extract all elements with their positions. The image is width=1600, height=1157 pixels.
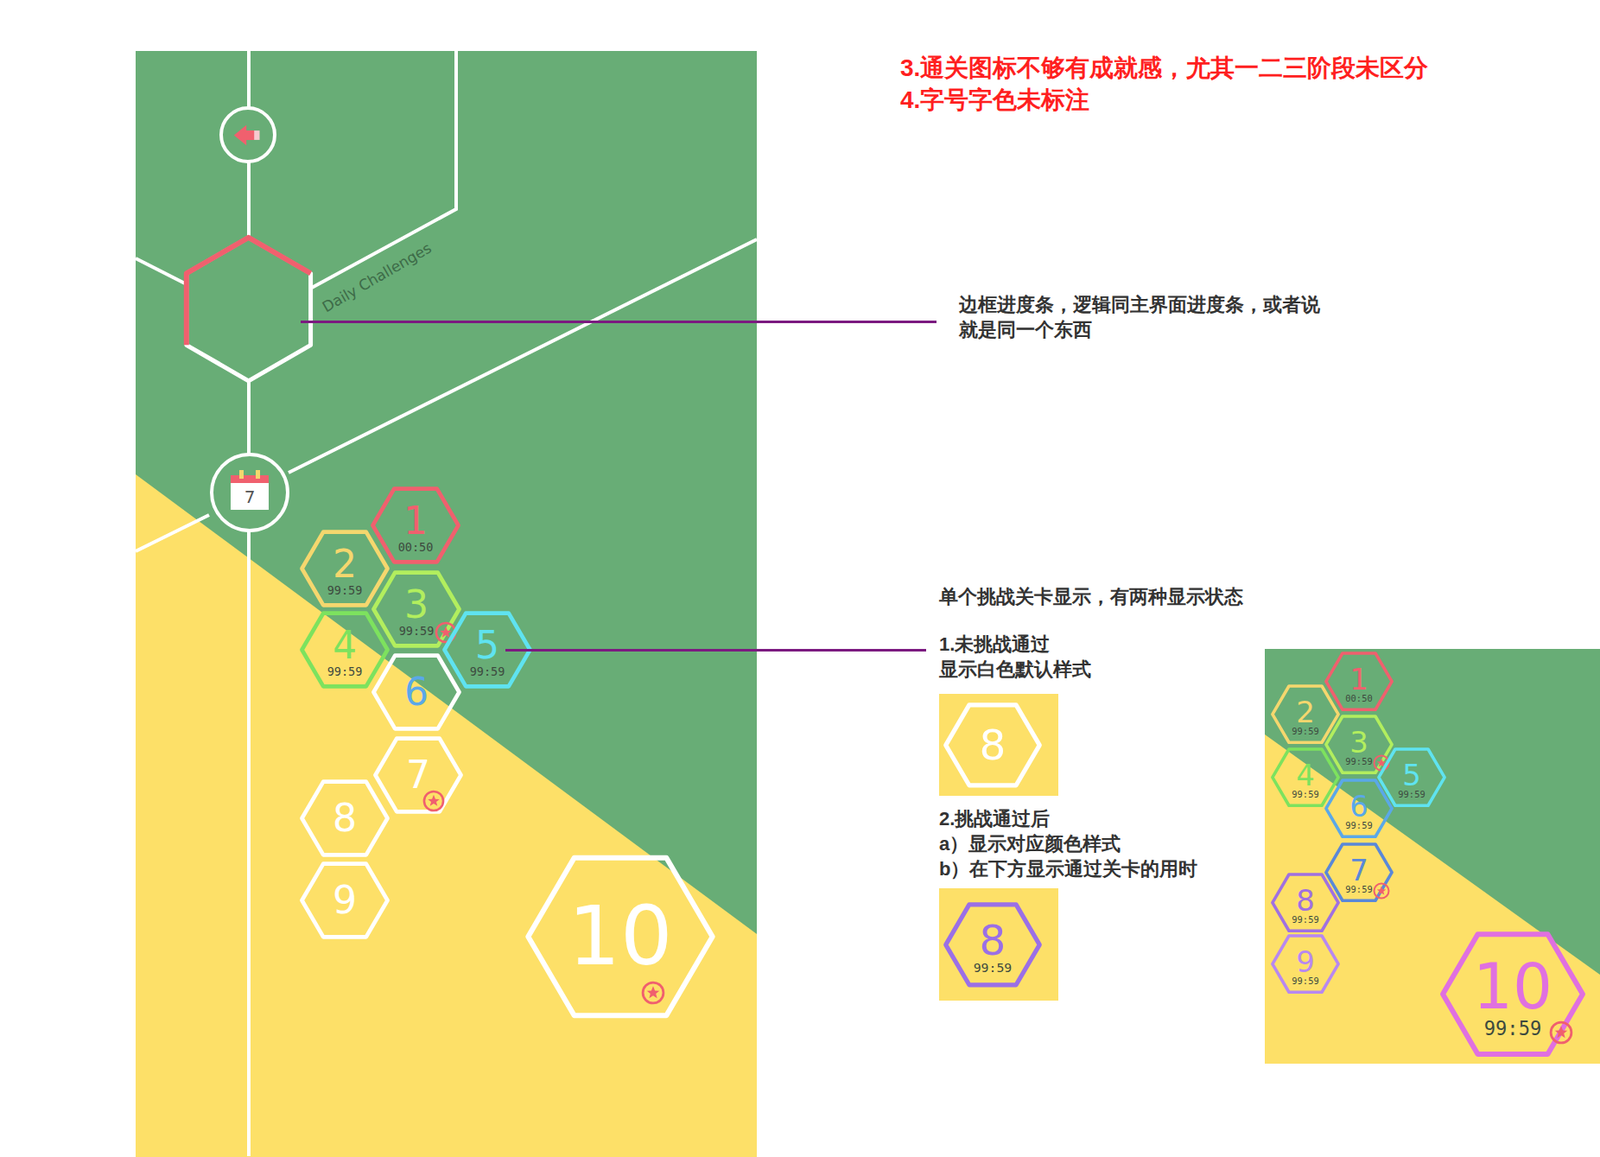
level-note: 单个挑战关卡显示，有两种显示状态1.未挑战通过显示白色默认样式82.挑战通过后a… <box>939 584 1251 1001</box>
level-time: 00:50 <box>398 540 434 554</box>
level-hex[interactable]: 9 <box>299 861 390 940</box>
state-block: 1.未挑战通过显示白色默认样式 8 <box>939 631 1251 807</box>
level-number: 10 <box>567 895 673 978</box>
level-time: 99:59 <box>1291 726 1319 737</box>
connector-line <box>300 320 937 324</box>
level-time: 99:59 <box>1345 884 1372 895</box>
note-line: 1.未挑战通过 <box>939 631 1251 657</box>
level-number: 10 <box>1473 955 1553 1018</box>
connector-line <box>505 648 927 652</box>
level-number: 8 <box>979 723 1007 766</box>
preview-screen: 100:50299:59399:59499:59599:59699:59799:… <box>1264 648 1600 1064</box>
level-number: 9 <box>332 881 357 920</box>
level-number: 7 <box>406 755 431 794</box>
level-time: 99:59 <box>1291 789 1319 800</box>
level-number: 8 <box>1295 885 1315 915</box>
star-badge-icon <box>1549 1020 1574 1045</box>
back-arrow-icon <box>232 123 264 147</box>
level-hex[interactable]: 10 <box>523 852 718 1021</box>
star-badge-icon <box>1372 882 1391 900</box>
level-hex[interactable]: 699:59 <box>1324 778 1394 839</box>
level-time: 99:59 <box>469 665 506 679</box>
level-number: 5 <box>475 626 500 665</box>
level-time: 99:59 <box>1291 976 1319 986</box>
level-number: 7 <box>1349 855 1369 885</box>
level-time: 99:59 <box>1484 1017 1543 1039</box>
level-hex[interactable]: 8 <box>943 702 1042 788</box>
calendar-button[interactable]: 7 <box>209 452 290 533</box>
level-number: 1 <box>403 501 428 540</box>
level-time: 99:59 <box>327 665 363 679</box>
level-number: 5 <box>1402 760 1422 790</box>
level-number: 2 <box>1295 697 1315 727</box>
level-number: 1 <box>1349 664 1369 694</box>
level-hex[interactable]: 399:59 <box>371 570 462 648</box>
progress-note: 边框进度条，逻辑同主界面进度条，或者说就是同一个东西 <box>958 292 1331 343</box>
level-time: 99:59 <box>1291 914 1319 925</box>
level-hex[interactable]: 899:59 <box>943 901 1042 988</box>
level-number: 8 <box>332 799 357 838</box>
level-hex[interactable]: 499:59 <box>1270 747 1340 807</box>
level-hex[interactable]: 7 <box>373 736 464 814</box>
level-number: 6 <box>1349 791 1369 821</box>
level-number: 3 <box>404 585 429 624</box>
level-number: 4 <box>332 626 357 665</box>
level-hex[interactable]: 100:50 <box>1324 651 1394 712</box>
level-number: 6 <box>404 673 429 712</box>
back-button[interactable] <box>219 106 277 164</box>
example-thumb: 8 <box>939 693 1059 796</box>
level-number: 4 <box>1295 760 1315 790</box>
phone-screen: Daily Challenges7100:50299:59399:59499:5… <box>135 50 757 1157</box>
level-hex[interactable]: 6 <box>371 653 462 731</box>
level-number: 3 <box>1349 727 1369 757</box>
level-hex[interactable]: 299:59 <box>299 529 390 608</box>
level-time: 00:50 <box>1345 693 1372 704</box>
issue-item: 3.通关图标不够有成就感，尤其一二三阶段未区分 <box>900 51 1429 84</box>
level-time: 99:59 <box>1397 789 1425 800</box>
star-badge-icon <box>422 789 445 813</box>
level-hex[interactable]: 299:59 <box>1270 684 1340 744</box>
progress-hex[interactable] <box>187 241 309 378</box>
level-number: 2 <box>332 545 357 584</box>
level-hex[interactable]: 8 <box>299 779 390 858</box>
level-hex[interactable]: 1099:59 <box>1439 930 1587 1058</box>
level-hex[interactable]: 399:59 <box>1324 714 1394 775</box>
level-time: 99:59 <box>1345 756 1372 767</box>
star-badge-icon <box>641 980 666 1005</box>
level-hex[interactable]: 899:59 <box>1270 872 1340 933</box>
note-line: b）在下方显示通过关卡的用时 <box>939 856 1251 882</box>
note-line: a）显示对应颜色样式 <box>939 831 1251 857</box>
level-time: 99:59 <box>1345 820 1372 831</box>
level-time: 99:59 <box>973 960 1013 975</box>
issue-item: 4.字号字色未标注 <box>900 83 1429 116</box>
level-hex[interactable]: 799:59 <box>1324 842 1394 902</box>
level-time: 99:59 <box>399 624 435 638</box>
issue-list: 3.通关图标不够有成就感，尤其一二三阶段未区分4.字号字色未标注 <box>900 51 1429 116</box>
note-line: 2.挑战通过后 <box>939 806 1251 832</box>
level-number: 8 <box>979 919 1007 961</box>
design-board: Daily Challenges7100:50299:59399:59499:5… <box>0 0 1600 1157</box>
calendar-icon: 7 <box>230 475 269 510</box>
level-time: 99:59 <box>327 584 363 597</box>
level-hex[interactable]: 999:59 <box>1270 933 1340 994</box>
example-thumb: 899:59 <box>939 888 1059 1001</box>
level-hex[interactable]: 499:59 <box>299 610 390 689</box>
note-line: 显示白色默认样式 <box>939 656 1251 682</box>
note-title: 单个挑战关卡显示，有两种显示状态 <box>939 584 1251 610</box>
level-hex[interactable]: 100:50 <box>370 486 461 565</box>
calendar-day: 7 <box>244 488 256 506</box>
level-number: 9 <box>1295 946 1315 977</box>
state-block: 2.挑战通过后a）显示对应颜色样式b）在下方显示通过关卡的用时 899:59 <box>939 806 1251 1001</box>
